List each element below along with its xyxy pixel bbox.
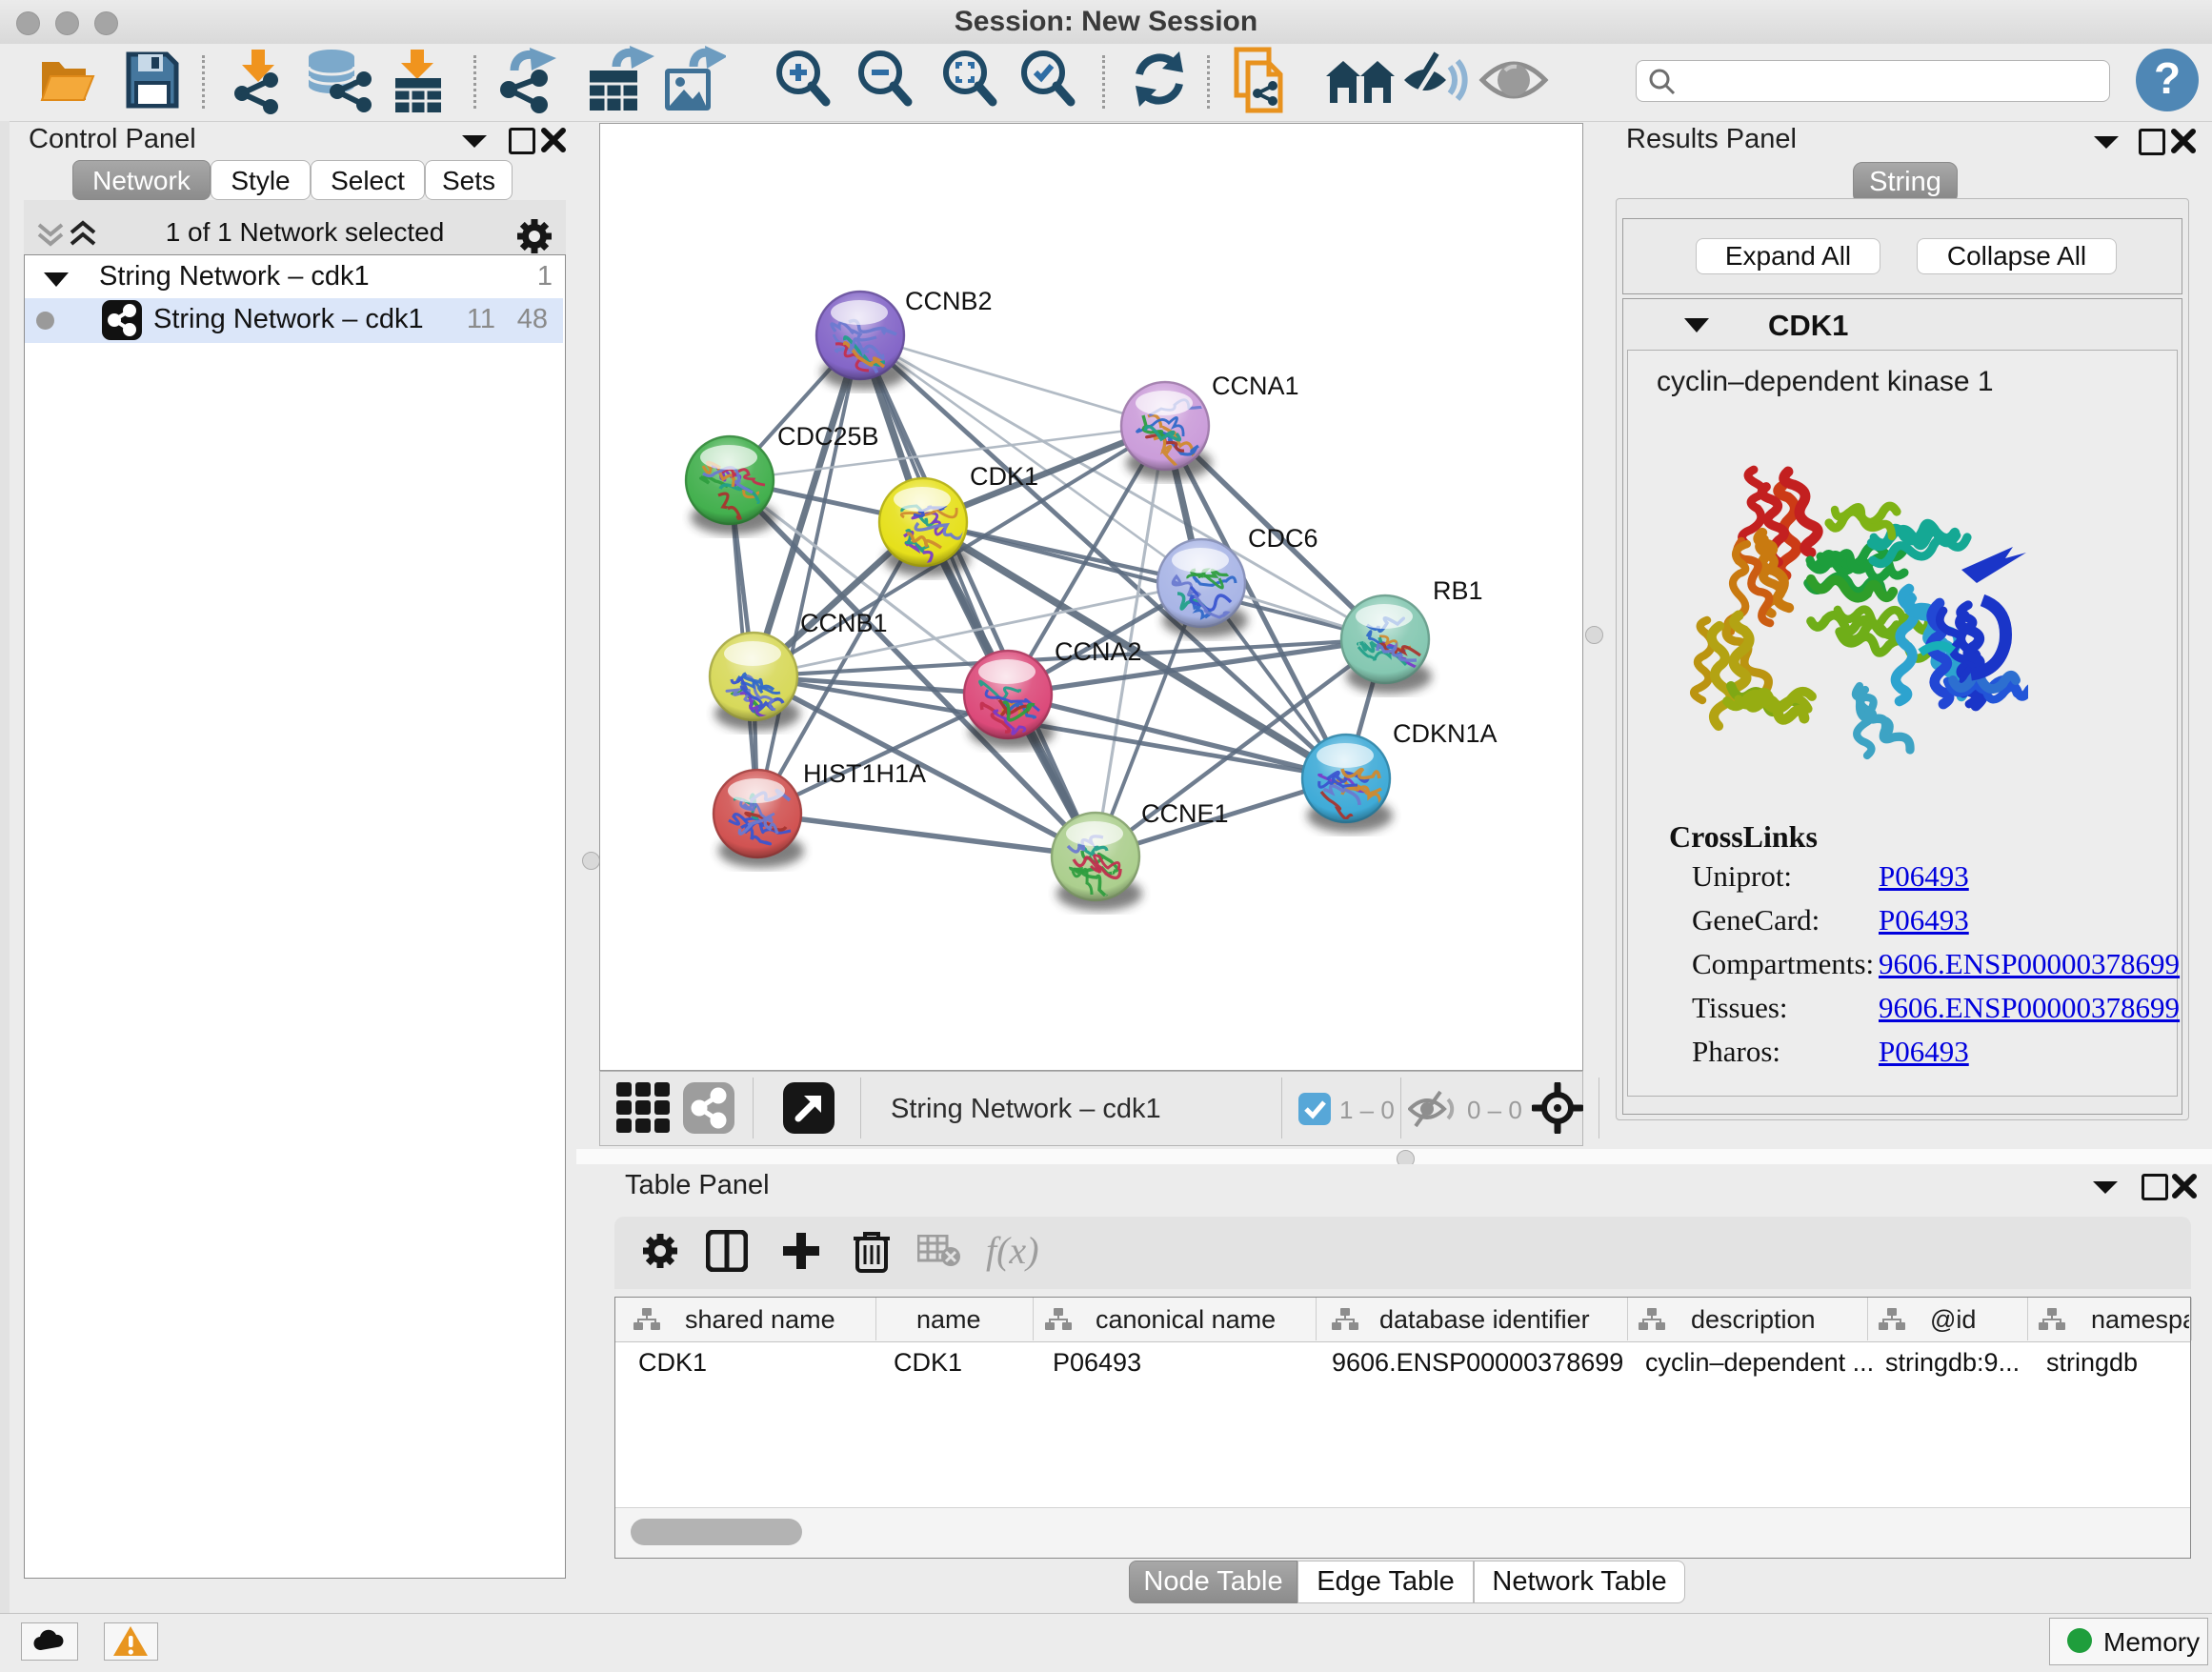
svg-text:CCNB2: CCNB2	[905, 287, 993, 315]
svg-text:CDC6: CDC6	[1248, 524, 1318, 553]
svg-text:CCNA2: CCNA2	[1055, 637, 1142, 666]
svg-text:RB1: RB1	[1433, 576, 1483, 605]
svg-text:CDKN1A: CDKN1A	[1393, 719, 1498, 748]
svg-text:CCNB1: CCNB1	[800, 609, 888, 637]
svg-text:CCNE1: CCNE1	[1141, 799, 1229, 828]
svg-text:CDK1: CDK1	[970, 462, 1038, 491]
svg-text:CDC25B: CDC25B	[777, 422, 879, 451]
svg-text:HIST1H1A: HIST1H1A	[803, 759, 926, 788]
svg-text:CCNA1: CCNA1	[1212, 372, 1299, 400]
